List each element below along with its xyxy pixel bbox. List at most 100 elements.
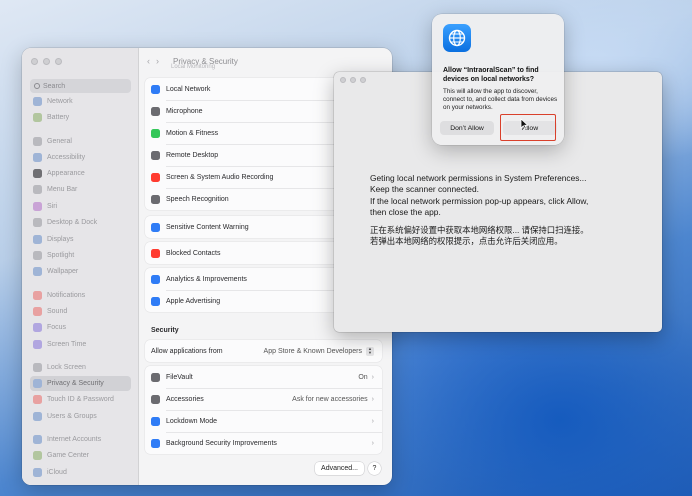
lockdown-mode-icon	[151, 416, 160, 426]
sidebar-item-label: General	[47, 138, 72, 145]
instruction-line-zh: 若弹出本地网络的权限提示，点击允许后关闭应用。	[370, 236, 563, 247]
sidebar-item-siri[interactable]: Siri	[30, 199, 131, 214]
zoom-button[interactable]	[55, 58, 62, 65]
sidebar-item-icloud[interactable]: iCloud	[30, 465, 131, 480]
back-arrow-icon[interactable]: ‹	[147, 56, 150, 66]
sidebar-item-label: Notifications	[47, 292, 86, 299]
screen-and-system-audio-recording-icon	[151, 172, 160, 182]
sidebar-item-screen-time[interactable]: Screen Time	[30, 337, 131, 352]
sidebar-item-general[interactable]: General	[30, 134, 131, 149]
app-minimize-button[interactable]	[350, 77, 356, 83]
sidebar-item-desktop-and-dock[interactable]: Desktop & Dock	[30, 215, 131, 230]
internet-accounts-icon	[33, 435, 42, 444]
icloud-icon	[33, 468, 42, 477]
sidebar-search-field[interactable]: Search	[30, 79, 131, 93]
settings-row-value: Ask for new accessories	[292, 395, 368, 403]
settings-row-lockdown-mode[interactable]: Lockdown Mode ›	[145, 410, 382, 432]
wallpaper-icon	[33, 267, 42, 276]
settings-row-label: Apple Advertising	[166, 297, 221, 305]
sidebar-item-notifications[interactable]: Notifications	[30, 288, 131, 303]
sidebar-item-focus[interactable]: Focus	[30, 320, 131, 335]
sidebar-item-label: Siri	[47, 203, 58, 210]
sidebar-item-label: Accessibility	[47, 154, 86, 161]
chevron-right-icon: ›	[371, 439, 374, 447]
settings-row-label: Blocked Contacts	[166, 249, 221, 257]
spotlight-icon	[33, 251, 42, 260]
settings-row-filevault[interactable]: FileVault On ›	[145, 366, 382, 388]
close-button[interactable]	[31, 58, 38, 65]
sidebar-item-label: Users & Groups	[47, 413, 97, 420]
analytics-and-improvements-icon	[151, 274, 160, 284]
sidebar-item-wallpaper[interactable]: Wallpaper	[30, 264, 131, 279]
filevault-icon	[151, 372, 160, 382]
accessories-icon	[151, 394, 160, 404]
allow-apps-group: Allow applications from App Store & Know…	[145, 340, 382, 362]
settings-row-label: Microphone	[166, 107, 203, 115]
app-zoom-button[interactable]	[360, 77, 366, 83]
apple-advertising-icon	[151, 296, 160, 306]
sidebar-item-label: Privacy & Security	[47, 380, 104, 387]
instruction-line-en: Keep the scanner connected.	[370, 184, 479, 195]
updown-chevron-icon: ▲ ▼	[366, 346, 374, 356]
settings-row-label: Remote Desktop	[166, 151, 219, 159]
sidebar-item-internet-accounts[interactable]: Internet Accounts	[30, 432, 131, 447]
sensitive-content-warning-icon	[151, 222, 160, 232]
siri-icon	[33, 202, 42, 211]
sidebar-item-appearance[interactable]: Appearance	[30, 166, 131, 181]
help-button[interactable]: ?	[368, 462, 381, 475]
sidebar-item-privacy-and-security[interactable]: Privacy & Security	[30, 376, 131, 391]
advanced-button[interactable]: Advanced...	[315, 462, 364, 475]
menu-bar-icon	[33, 185, 42, 194]
settings-row-accessories[interactable]: Accessories Ask for new accessories ›	[145, 388, 382, 410]
sidebar-item-label: Battery	[47, 114, 70, 121]
sidebar-item-label: iCloud	[47, 469, 67, 476]
sidebar-item-game-center[interactable]: Game Center	[30, 448, 131, 463]
sidebar-item-label: Network	[47, 98, 73, 105]
sidebar-item-displays[interactable]: Displays	[30, 232, 131, 247]
security-section-title: Security	[151, 327, 179, 334]
settings-row-trailing: On ›	[358, 374, 374, 381]
sidebar-item-label: Desktop & Dock	[47, 219, 98, 226]
instruction-line-en: If the local network permission pop-up a…	[370, 195, 589, 206]
sound-icon	[33, 307, 42, 316]
sidebar-item-network[interactable]: Network	[30, 94, 131, 109]
dont-allow-button[interactable]: Don’t Allow	[440, 121, 494, 135]
sidebar-item-accessibility[interactable]: Accessibility	[30, 150, 131, 165]
settings-row-label: FileVault	[166, 373, 193, 381]
general-icon	[33, 137, 42, 146]
accessibility-icon	[33, 153, 42, 162]
search-placeholder: Search	[43, 82, 66, 90]
settings-row-label: Speech Recognition	[166, 195, 229, 203]
forward-arrow-icon[interactable]: ›	[156, 56, 159, 66]
sidebar-item-menu-bar[interactable]: Menu Bar	[30, 182, 131, 197]
settings-row-background-security-improvements[interactable]: Background Security Improvements ›	[145, 432, 382, 454]
notifications-icon	[33, 291, 42, 300]
sidebar-item-label: Wallpaper	[47, 268, 79, 275]
app-close-button[interactable]	[340, 77, 346, 83]
sidebar-item-label: Appearance	[47, 170, 85, 177]
settings-row-label: Screen & System Audio Recording	[166, 173, 274, 181]
settings-sidebar: Search Network Battery General Accessibilit…	[22, 48, 139, 485]
sidebar-item-lock-screen[interactable]: Lock Screen	[30, 360, 131, 375]
chevron-right-icon: ›	[371, 417, 374, 425]
dialog-message: This will allow the app to discover, con…	[443, 88, 558, 111]
allow-applications-label: Allow applications from	[151, 347, 223, 355]
sidebar-item-sound[interactable]: Sound	[30, 304, 131, 319]
search-icon	[34, 83, 40, 89]
sidebar-item-label: Screen Time	[47, 341, 87, 348]
sidebar-item-spotlight[interactable]: Spotlight	[30, 248, 131, 263]
settings-row-label: Sensitive Content Warning	[166, 223, 249, 231]
displays-icon	[33, 235, 42, 244]
minimize-button[interactable]	[43, 58, 50, 65]
privacy-and-security-icon	[33, 379, 42, 388]
allow-applications-row[interactable]: Allow applications from App Store & Know…	[145, 340, 382, 362]
sidebar-item-label: Menu Bar	[47, 186, 78, 193]
sidebar-item-battery[interactable]: Battery	[30, 110, 131, 125]
sidebar-item-touch-id-and-password[interactable]: Touch ID & Password	[30, 392, 131, 407]
settings-row-trailing: ›	[372, 418, 374, 425]
instruction-line-zh: 正在系统偏好设置中获取本地网络权限... 请保持口扫连接。	[370, 224, 589, 235]
sidebar-item-users-and-groups[interactable]: Users & Groups	[30, 409, 131, 424]
allow-applications-select[interactable]: App Store & Known Developers ▲ ▼	[264, 346, 374, 356]
sidebar-item-label: Sound	[47, 308, 68, 315]
microphone-icon	[151, 106, 160, 116]
